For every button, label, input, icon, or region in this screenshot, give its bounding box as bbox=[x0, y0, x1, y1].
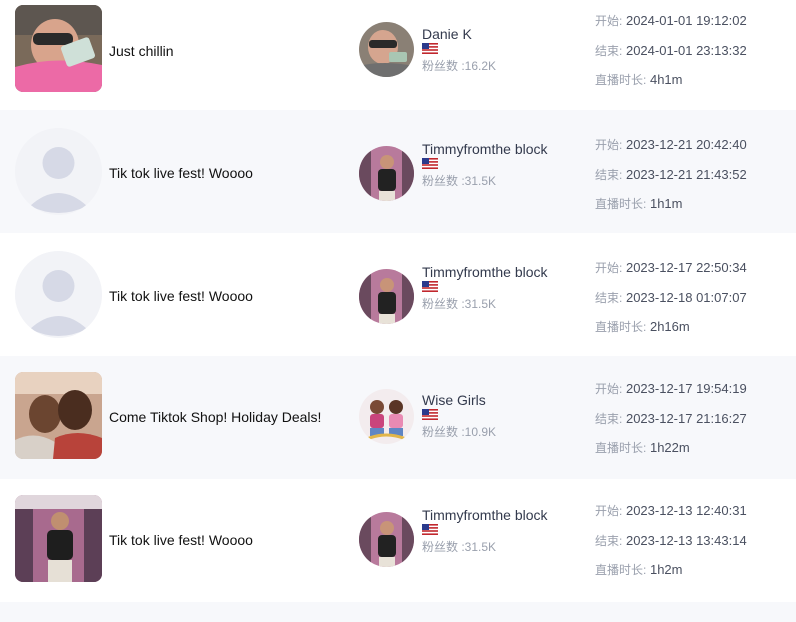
start-label: 开始: bbox=[595, 382, 623, 396]
stream-title[interactable]: Tik tok live fest! Woooo bbox=[109, 165, 253, 181]
start-time: 2024-01-01 19:12:02 bbox=[625, 13, 747, 28]
host-info: Timmyfromthe block 粉丝数 :31.5K bbox=[422, 142, 552, 189]
us-flag-icon bbox=[422, 281, 438, 292]
live-session-list: Just chillin Danie K 粉丝数 :16.2K 开始: 2024… bbox=[0, 0, 796, 622]
us-flag-icon bbox=[422, 524, 438, 535]
end-time: 2023-12-17 21:16:27 bbox=[625, 410, 747, 426]
session-times: 开始: 2023-12-17 22:50:34 结束: 2023-12-18 0… bbox=[595, 258, 795, 347]
duration-value: 4h1m bbox=[649, 72, 683, 87]
duration-value: 1h2m bbox=[649, 562, 683, 577]
live-session-row[interactable]: Come Tiktok Shop! Holiday Deals! Wise Gi… bbox=[0, 356, 796, 479]
end-label: 结束: bbox=[595, 43, 623, 58]
session-times: 开始: 2023-12-13 12:40:31 结束: 2023-12-13 1… bbox=[595, 501, 795, 590]
stream-title[interactable]: Just chillin bbox=[109, 43, 174, 59]
session-times: 开始: 2024-01-01 19:12:02 结束: 2024-01-01 2… bbox=[595, 11, 795, 100]
start-label: 开始: bbox=[595, 138, 623, 152]
end-label: 结束: bbox=[595, 533, 623, 548]
start-label: 开始: bbox=[595, 14, 623, 28]
host-info: Timmyfromthe block 粉丝数 :31.5K bbox=[422, 508, 552, 555]
host-info: Timmyfromthe block 粉丝数 :31.5K bbox=[422, 265, 552, 312]
end-time: 2024-01-01 23:13:32 bbox=[625, 42, 747, 58]
host-info: Wise Girls 粉丝数 :10.9K bbox=[422, 393, 552, 440]
duration-value: 1h22m bbox=[649, 440, 690, 455]
host-name[interactable]: Timmyfromthe block bbox=[422, 508, 552, 522]
next-row-partial bbox=[0, 602, 796, 622]
host-avatar[interactable] bbox=[359, 22, 414, 77]
host-avatar[interactable] bbox=[359, 146, 414, 201]
host-avatar[interactable] bbox=[359, 512, 414, 567]
follower-count: 粉丝数 :31.5K bbox=[422, 540, 497, 554]
live-session-row[interactable]: Tik tok live fest! Woooo Timmyfromthe bl… bbox=[0, 110, 796, 233]
follower-count: 粉丝数 :10.9K bbox=[422, 425, 497, 439]
duration-label: 直播时长: bbox=[595, 563, 647, 577]
duration-label: 直播时长: bbox=[595, 320, 647, 334]
host-avatar[interactable] bbox=[359, 269, 414, 324]
host-name[interactable]: Timmyfromthe block bbox=[422, 265, 552, 279]
live-session-row[interactable]: Tik tok live fest! Woooo Timmyfromthe bl… bbox=[0, 479, 796, 602]
duration-value: 1h1m bbox=[649, 196, 683, 211]
duration-value: 2h16m bbox=[649, 319, 690, 334]
start-label: 开始: bbox=[595, 261, 623, 275]
live-session-row[interactable]: Just chillin Danie K 粉丝数 :16.2K 开始: 2024… bbox=[0, 0, 796, 110]
start-time: 2023-12-17 22:50:34 bbox=[625, 260, 747, 275]
placeholder-avatar-icon[interactable] bbox=[15, 251, 102, 338]
duration-label: 直播时长: bbox=[595, 197, 647, 211]
end-label: 结束: bbox=[595, 167, 623, 182]
follower-count: 粉丝数 :31.5K bbox=[422, 174, 497, 188]
end-time: 2023-12-18 01:07:07 bbox=[625, 289, 747, 305]
start-time: 2023-12-17 19:54:19 bbox=[625, 381, 747, 396]
end-label: 结束: bbox=[595, 411, 623, 426]
duration-label: 直播时长: bbox=[595, 441, 647, 455]
end-label: 结束: bbox=[595, 290, 623, 305]
stream-thumbnail[interactable] bbox=[15, 495, 102, 582]
session-times: 开始: 2023-12-21 20:42:40 结束: 2023-12-21 2… bbox=[595, 135, 795, 224]
stream-thumbnail[interactable] bbox=[15, 5, 102, 92]
start-time: 2023-12-21 20:42:40 bbox=[625, 137, 747, 152]
host-info: Danie K 粉丝数 :16.2K bbox=[422, 27, 552, 74]
session-times: 开始: 2023-12-17 19:54:19 结束: 2023-12-17 2… bbox=[595, 379, 795, 468]
stream-title[interactable]: Tik tok live fest! Woooo bbox=[109, 288, 253, 304]
stream-title[interactable]: Tik tok live fest! Woooo bbox=[109, 532, 253, 548]
start-label: 开始: bbox=[595, 504, 623, 518]
us-flag-icon bbox=[422, 43, 438, 54]
placeholder-avatar-icon[interactable] bbox=[15, 128, 102, 215]
stream-title[interactable]: Come Tiktok Shop! Holiday Deals! bbox=[109, 409, 321, 425]
us-flag-icon bbox=[422, 409, 438, 420]
end-time: 2023-12-13 13:43:14 bbox=[625, 532, 747, 548]
follower-count: 粉丝数 :31.5K bbox=[422, 297, 497, 311]
live-session-row[interactable]: Tik tok live fest! Woooo Timmyfromthe bl… bbox=[0, 233, 796, 356]
stream-thumbnail[interactable] bbox=[15, 372, 102, 459]
duration-label: 直播时长: bbox=[595, 73, 647, 87]
follower-count: 粉丝数 :16.2K bbox=[422, 59, 497, 73]
start-time: 2023-12-13 12:40:31 bbox=[625, 503, 747, 518]
host-name[interactable]: Timmyfromthe block bbox=[422, 142, 552, 156]
host-name[interactable]: Danie K bbox=[422, 27, 552, 41]
us-flag-icon bbox=[422, 158, 438, 169]
host-avatar[interactable] bbox=[359, 389, 414, 444]
host-name[interactable]: Wise Girls bbox=[422, 393, 552, 407]
end-time: 2023-12-21 21:43:52 bbox=[625, 166, 747, 182]
